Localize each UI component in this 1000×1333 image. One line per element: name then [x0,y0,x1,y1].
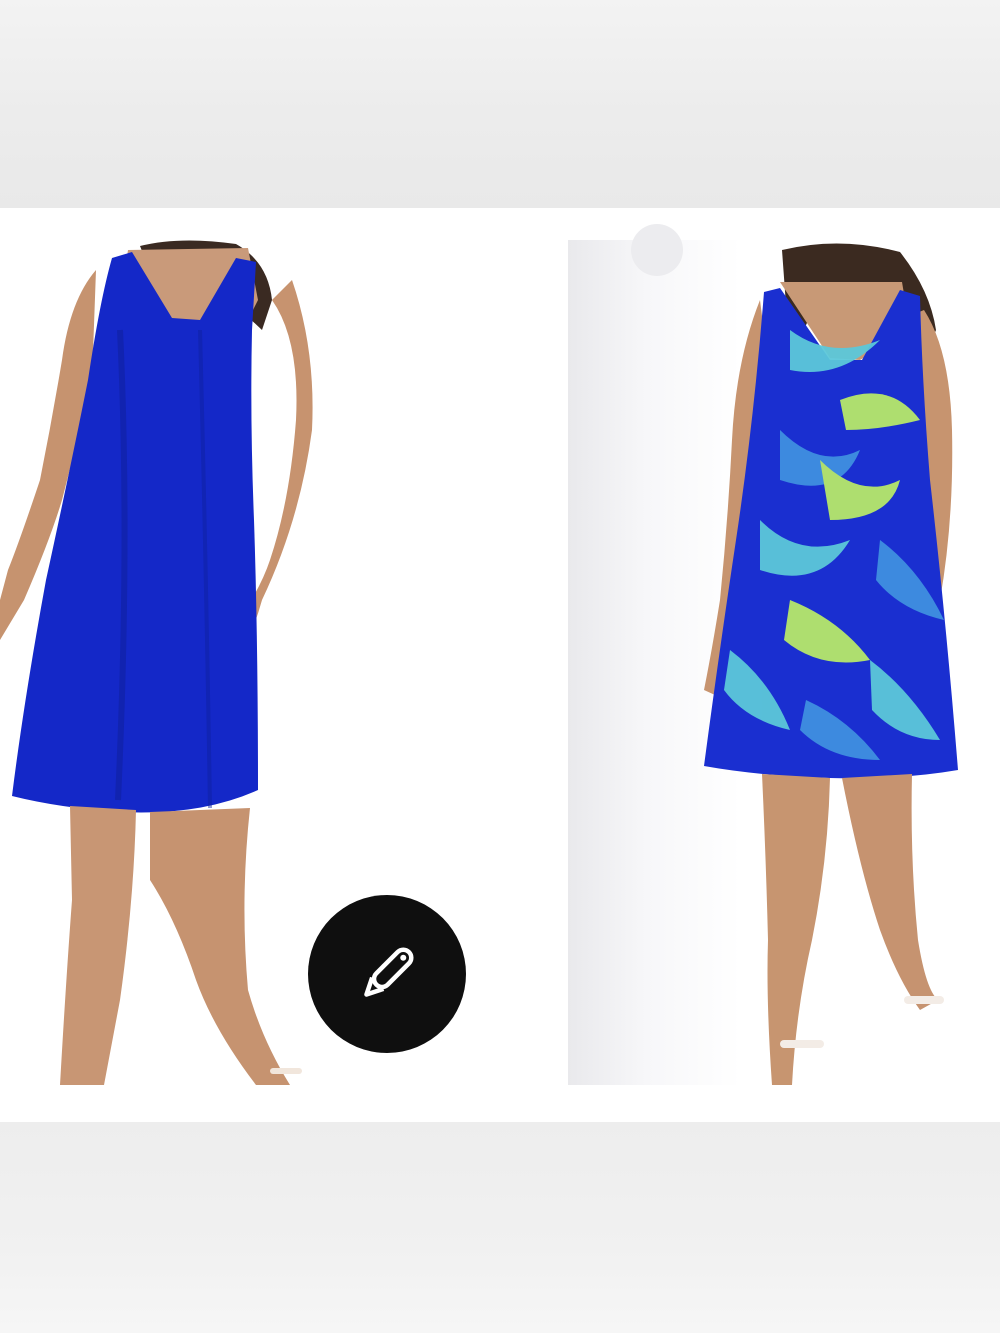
sandal-right-2 [904,996,944,1004]
bottom-blur-band [0,1122,1000,1333]
pencil-icon [364,947,414,997]
image-corner-badge [631,224,683,276]
sandal-left [270,1068,302,1074]
model-leg-left-1 [60,806,136,1085]
sandal-right-1 [780,1040,824,1048]
model-leg-right-2 [842,774,938,1010]
model-leg-left-2 [150,808,290,1085]
solid-blue-dress-photo [0,240,313,1085]
tropical-print-dress-photo [631,224,958,1085]
edit-button[interactable] [308,895,466,1053]
model-leg-right-1 [762,774,830,1085]
